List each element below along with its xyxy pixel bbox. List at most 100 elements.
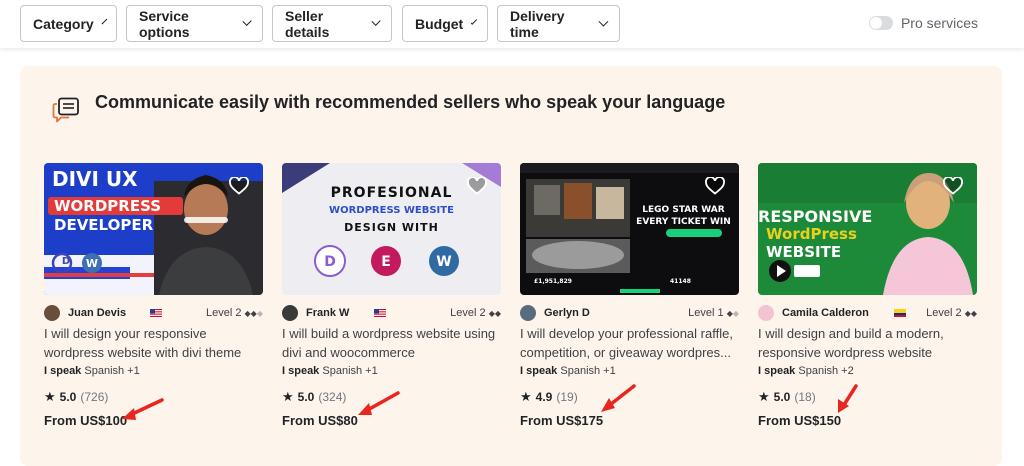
seller-row: Gerlyn D Level 1 ◆◆ xyxy=(520,305,739,321)
seller-name[interactable]: Juan Devis xyxy=(68,307,126,319)
level-label: Level 2 xyxy=(450,307,486,319)
thumb-heading: WEBSITE xyxy=(766,243,842,261)
level-diamond-empty-icon: ◆ xyxy=(732,309,739,318)
heart-icon[interactable] xyxy=(467,177,487,195)
us-flag-icon xyxy=(374,309,386,317)
filter-label: Service options xyxy=(139,7,190,40)
rating-value: 4.9 xyxy=(535,390,553,404)
review-count: (19) xyxy=(556,390,578,404)
filter-label: Delivery time xyxy=(510,7,565,40)
seller-name[interactable]: Camila Calderon xyxy=(782,307,869,319)
level-label: Level 2 xyxy=(926,307,962,319)
star-icon: ★ xyxy=(44,389,56,404)
heart-icon[interactable] xyxy=(229,177,249,195)
review-count: (18) xyxy=(794,390,816,404)
heart-icon[interactable] xyxy=(705,177,725,195)
rating: ★ 5.0 (726) xyxy=(44,389,108,405)
filter-label: Budget xyxy=(415,15,464,32)
annotation-arrow-icon xyxy=(601,384,636,412)
svg-text:£1,951,829: £1,951,829 xyxy=(534,278,572,285)
colombia-flag-icon xyxy=(894,309,906,317)
gig-title-line: I will build a wordpress website using xyxy=(282,326,496,341)
level-label: Level 2 xyxy=(205,307,242,319)
annotation-arrow-icon xyxy=(122,398,164,420)
gig-title-line: I will develop your professional raffle, xyxy=(520,326,733,341)
rating: ★ 5.0 (18) xyxy=(758,389,816,405)
gig-card[interactable]: D E W PROFESIONAL WORDPRESS WEBSITE DESI… xyxy=(282,163,501,428)
toggle-switch[interactable] xyxy=(868,16,893,30)
thumb-heading: WORDPRESS xyxy=(54,197,162,215)
annotation-arrow-icon xyxy=(838,384,858,413)
rating: ★ 4.9 (19) xyxy=(520,389,578,405)
seller-row: Frank W Level 2 ◆◆ xyxy=(282,305,501,321)
gig-price: From US$150 xyxy=(758,413,842,428)
level-diamond-empty-icon: ◆ xyxy=(256,309,263,318)
filter-seller-details-button[interactable]: Seller details xyxy=(272,5,392,42)
speak-label: I speak xyxy=(758,365,796,377)
speak-label: I speak xyxy=(520,365,558,377)
gig-title[interactable]: I will design and build a modern, respons… xyxy=(758,324,977,362)
pro-services-toggle[interactable]: Pro services xyxy=(868,15,978,31)
gig-title-line: competition, or giveaway wordpres... xyxy=(520,345,731,360)
star-icon: ★ xyxy=(758,389,770,404)
gig-title[interactable]: I will design your responsive wordpress w… xyxy=(44,324,263,362)
level-label: Level 1 xyxy=(688,307,724,319)
filter-budget-button[interactable]: Budget xyxy=(402,5,488,42)
gig-thumbnail[interactable]: RESPONSIVE WordPress WEBSITE xyxy=(758,163,977,295)
avatar[interactable] xyxy=(282,305,298,321)
chat-bubble-icon xyxy=(52,97,79,123)
gig-card[interactable]: RESPONSIVE WordPress WEBSITE Camila Cald… xyxy=(758,163,977,428)
language-value: Spanish +1 xyxy=(84,365,140,377)
language-line: I speak Spanish +1 xyxy=(282,365,378,377)
gig-thumbnail[interactable]: £1,951,829 41148 LEGO STAR WAR EVERY TIC… xyxy=(520,163,739,295)
chevron-down-icon xyxy=(101,18,108,25)
chevron-down-icon xyxy=(598,16,609,27)
filter-category-button[interactable]: Category xyxy=(20,5,117,42)
filter-label: Category xyxy=(33,15,94,32)
seller-row: Camila Calderon Level 2 ◆◆ xyxy=(758,305,977,321)
rating-value: 5.0 xyxy=(773,390,791,404)
speak-label: I speak xyxy=(44,365,82,377)
svg-text:D: D xyxy=(62,256,70,267)
review-count: (726) xyxy=(80,390,109,404)
thumb-heading: DIVI UX xyxy=(52,167,138,191)
thumb-heading: RESPONSIVE xyxy=(758,207,873,226)
filter-label: Seller details xyxy=(285,7,330,40)
thumb-heading: DESIGN WITH xyxy=(344,221,439,234)
gig-title-line: wordpress website with divi theme xyxy=(44,345,242,360)
gig-title[interactable]: I will build a wordpress website using di… xyxy=(282,324,501,362)
seller-name[interactable]: Gerlyn D xyxy=(544,307,590,319)
pro-services-label: Pro services xyxy=(900,15,978,31)
svg-text:W: W xyxy=(86,257,98,270)
seller-level: Level 2 ◆◆◆ xyxy=(206,307,263,319)
gig-title[interactable]: I will develop your professional raffle,… xyxy=(520,324,739,362)
svg-text:D: D xyxy=(324,254,336,270)
gig-card[interactable]: £1,951,829 41148 LEGO STAR WAR EVERY TIC… xyxy=(520,163,739,428)
level-diamond-icon: ◆◆ xyxy=(244,309,257,318)
review-count: (324) xyxy=(318,390,347,404)
thumb-heading: LEGO STAR WAR xyxy=(642,205,725,215)
filter-bar: Category Service options Seller details … xyxy=(0,0,1024,48)
filter-delivery-time-button[interactable]: Delivery time xyxy=(497,5,620,42)
seller-level: Level 1 ◆◆ xyxy=(688,307,739,319)
gig-price: From US$175 xyxy=(520,413,604,428)
rating: ★ 5.0 (324) xyxy=(282,389,346,405)
seller-name[interactable]: Frank W xyxy=(306,307,349,319)
star-icon: ★ xyxy=(520,389,532,404)
language-value: Spanish +1 xyxy=(322,365,378,377)
gig-card[interactable]: W D DIVI UX WORDPRESS DEVELOPER Juan Dev… xyxy=(44,163,263,428)
gig-title-line: responsive wordpress website xyxy=(758,345,933,360)
gig-thumbnail[interactable]: W D DIVI UX WORDPRESS DEVELOPER xyxy=(44,163,263,295)
avatar[interactable] xyxy=(520,305,536,321)
section-title: Communicate easily with recommended sell… xyxy=(95,92,726,112)
rating-value: 5.0 xyxy=(297,390,315,404)
language-line: I speak Spanish +1 xyxy=(44,365,140,377)
svg-text:E: E xyxy=(381,254,391,270)
avatar[interactable] xyxy=(44,305,60,321)
thumb-heading: EVERY TICKET WIN xyxy=(636,217,731,227)
chevron-down-icon xyxy=(371,16,381,27)
gig-thumbnail[interactable]: D E W PROFESIONAL WORDPRESS WEBSITE DESI… xyxy=(282,163,501,295)
filter-service-options-button[interactable]: Service options xyxy=(126,5,263,42)
avatar[interactable] xyxy=(758,305,774,321)
heart-icon[interactable] xyxy=(943,177,963,195)
